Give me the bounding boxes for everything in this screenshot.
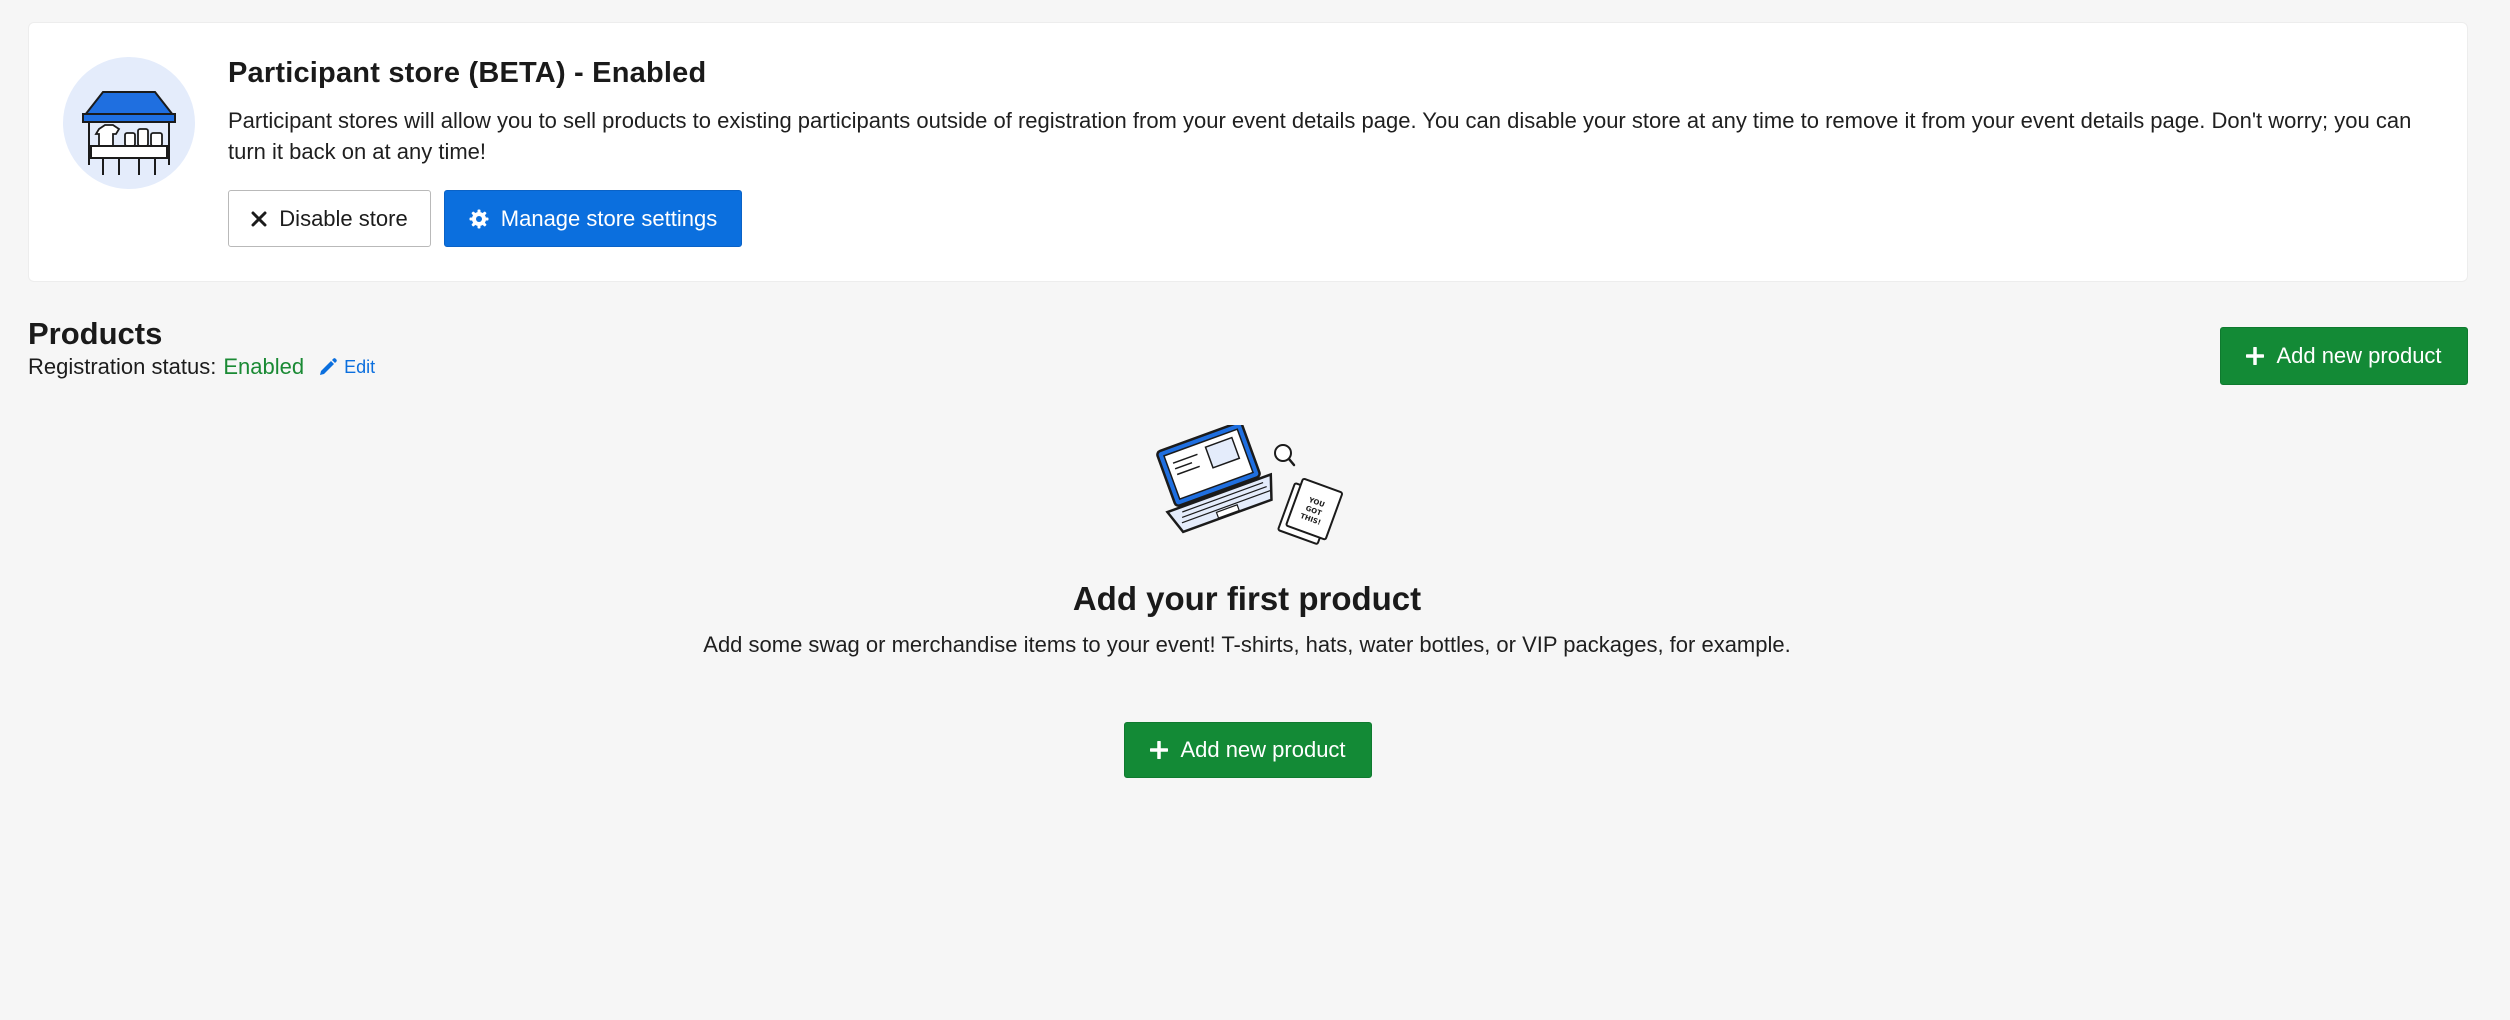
registration-status-label: Registration status: xyxy=(28,354,217,379)
add-first-product-button[interactable]: Add new product xyxy=(1124,722,1372,778)
empty-state-description: Add some swag or merchandise items to yo… xyxy=(703,632,1791,657)
add-first-product-label: Add new product xyxy=(1180,737,1346,762)
gear-icon xyxy=(469,209,489,229)
products-title: Products xyxy=(28,316,163,351)
edit-label: Edit xyxy=(344,356,376,377)
store-description: Participant stores will allow you to sel… xyxy=(228,108,2412,164)
edit-registration-status-link[interactable]: Edit xyxy=(318,357,375,378)
manage-store-settings-button[interactable]: Manage store settings xyxy=(444,190,742,247)
add-new-product-button[interactable]: Add new product xyxy=(2220,327,2468,385)
close-icon xyxy=(251,211,267,227)
registration-status: Registration status: Enabled Edit xyxy=(28,354,375,380)
pencil-icon xyxy=(318,357,338,377)
empty-state-title: Add your first product xyxy=(1072,580,1422,617)
add-new-product-label: Add new product xyxy=(2276,343,2442,368)
disable-store-label: Disable store xyxy=(279,205,408,231)
store-status-card: Participant store (BETA) - Enabled Parti… xyxy=(28,22,2468,282)
registration-status-value: Enabled xyxy=(223,354,305,379)
plus-icon xyxy=(1150,741,1169,759)
plus-icon xyxy=(2246,347,2265,365)
manage-store-settings-label: Manage store settings xyxy=(500,205,718,231)
laptop-coupon-icon: YOU GOT THIS! xyxy=(1145,421,1350,560)
disable-store-button[interactable]: Disable store xyxy=(228,190,431,247)
store-tent-icon xyxy=(63,57,195,189)
store-title: Participant store (BETA) - Enabled xyxy=(228,57,707,89)
